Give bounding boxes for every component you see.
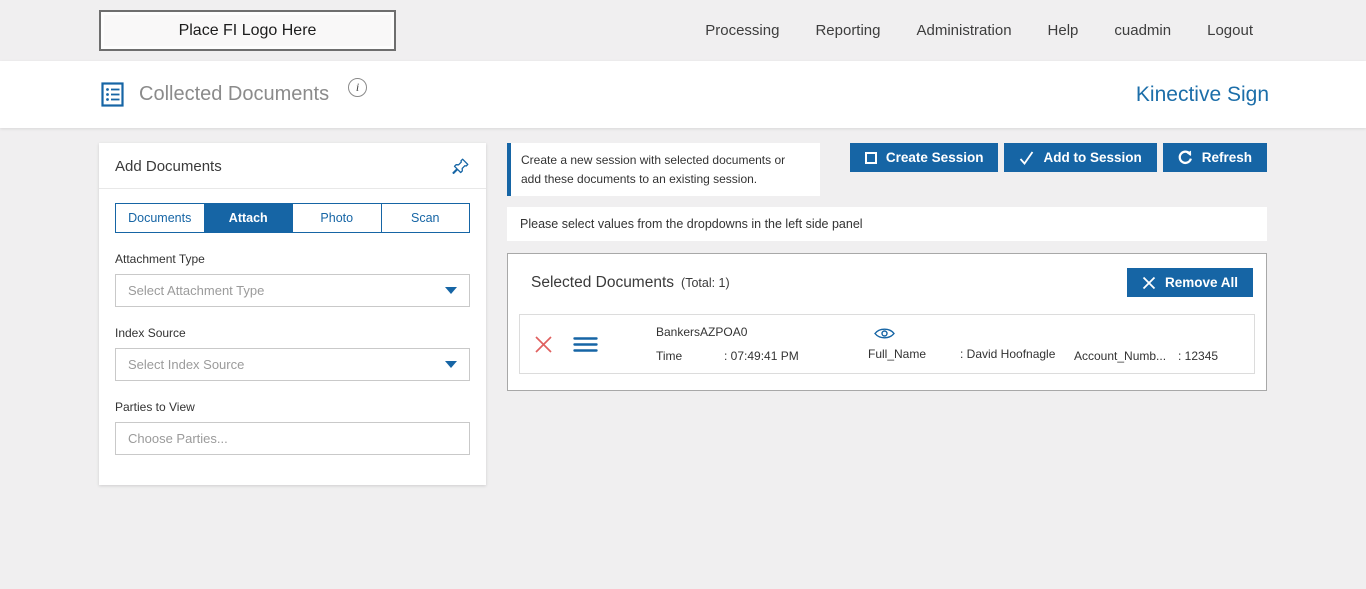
tab-photo[interactable]: Photo bbox=[293, 204, 382, 232]
refresh-label: Refresh bbox=[1202, 150, 1252, 165]
pin-icon[interactable] bbox=[451, 157, 470, 176]
time-value: : 07:49:41 PM bbox=[724, 349, 799, 363]
tab-documents[interactable]: Documents bbox=[116, 204, 205, 232]
account-label: Account_Numb... bbox=[1074, 349, 1178, 363]
nav-item-user-cuadmin[interactable]: cuadmin bbox=[1114, 22, 1171, 39]
index-source-placeholder: Select Index Source bbox=[128, 357, 244, 372]
selected-documents-header: Selected Documents (Total: 1) Remove All bbox=[519, 264, 1255, 301]
time-label: Time bbox=[656, 349, 724, 363]
document-name: BankersAZPOA0 bbox=[656, 325, 868, 339]
document-secondary-info: Full_Name : David Hoofnagle bbox=[868, 327, 1074, 361]
attachment-type-label: Attachment Type bbox=[115, 252, 470, 266]
document-fullname-field: Full_Name : David Hoofnagle bbox=[868, 347, 1074, 361]
add-to-session-button[interactable]: Add to Session bbox=[1004, 143, 1156, 172]
fi-logo-text: Place FI Logo Here bbox=[179, 22, 317, 40]
tab-scan[interactable]: Scan bbox=[382, 204, 470, 232]
collected-documents-icon bbox=[99, 81, 126, 108]
remove-all-label: Remove All bbox=[1165, 275, 1238, 290]
page-title: Collected Documents bbox=[139, 83, 329, 106]
main-content: Add Documents Documents Attach Photo Sca… bbox=[0, 128, 1366, 485]
square-icon bbox=[865, 152, 877, 164]
index-source-label: Index Source bbox=[115, 326, 470, 340]
close-icon bbox=[1142, 276, 1156, 290]
selected-documents-total: (Total: 1) bbox=[681, 276, 730, 290]
session-column: Create a new session with selected docum… bbox=[507, 143, 1267, 391]
notice-text: Please select values from the dropdowns … bbox=[520, 217, 863, 231]
tab-attach[interactable]: Attach bbox=[205, 204, 294, 232]
session-info-box: Create a new session with selected docum… bbox=[507, 143, 820, 196]
drag-handle-icon[interactable] bbox=[573, 336, 598, 353]
nav-item-logout[interactable]: Logout bbox=[1207, 22, 1253, 39]
selected-documents-title: Selected Documents bbox=[531, 274, 674, 292]
refresh-icon bbox=[1178, 150, 1193, 165]
check-icon bbox=[1019, 151, 1034, 165]
session-actions-row: Create a new session with selected docum… bbox=[507, 143, 1267, 196]
chevron-down-icon bbox=[445, 361, 457, 368]
chevron-down-icon bbox=[445, 287, 457, 294]
create-session-button[interactable]: Create Session bbox=[850, 143, 999, 172]
session-buttons: Create Session Add to Session R bbox=[850, 143, 1267, 172]
document-time-field: Time : 07:49:41 PM bbox=[656, 349, 868, 363]
add-to-session-label: Add to Session bbox=[1043, 150, 1141, 165]
document-main-info: BankersAZPOA0 Time : 07:49:41 PM bbox=[656, 325, 868, 363]
add-documents-title: Add Documents bbox=[115, 158, 222, 175]
attachment-type-placeholder: Select Attachment Type bbox=[128, 283, 264, 298]
parties-to-view-label: Parties to View bbox=[115, 400, 470, 414]
session-info-text: Create a new session with selected docum… bbox=[521, 153, 785, 186]
title-group: Collected Documents i bbox=[99, 81, 367, 108]
selected-documents-panel: Selected Documents (Total: 1) Remove All bbox=[507, 253, 1267, 391]
nav-item-reporting[interactable]: Reporting bbox=[815, 22, 880, 39]
parties-input[interactable] bbox=[115, 422, 470, 455]
attachment-type-select[interactable]: Select Attachment Type bbox=[115, 274, 470, 307]
fullname-value: : David Hoofnagle bbox=[960, 347, 1055, 361]
create-session-label: Create Session bbox=[886, 150, 984, 165]
remove-all-button[interactable]: Remove All bbox=[1127, 268, 1253, 297]
document-row: BankersAZPOA0 Time : 07:49:41 PM F bbox=[519, 314, 1255, 374]
brand-kinective-sign: Kinective Sign bbox=[1136, 83, 1269, 107]
top-navigation: Processing Reporting Administration Help… bbox=[705, 22, 1253, 39]
nav-item-processing[interactable]: Processing bbox=[705, 22, 779, 39]
fullname-label: Full_Name bbox=[868, 347, 960, 361]
document-account-info: Account_Numb... : 12345 bbox=[1074, 349, 1218, 363]
nav-item-help[interactable]: Help bbox=[1048, 22, 1079, 39]
fi-logo-placeholder: Place FI Logo Here bbox=[99, 10, 396, 51]
remove-document-icon[interactable] bbox=[534, 335, 553, 354]
add-documents-header: Add Documents bbox=[115, 157, 470, 176]
card-divider bbox=[99, 188, 486, 189]
title-bar: Collected Documents i Kinective Sign bbox=[0, 61, 1366, 128]
account-value: : 12345 bbox=[1178, 349, 1218, 363]
refresh-button[interactable]: Refresh bbox=[1163, 143, 1267, 172]
preview-eye-icon[interactable] bbox=[874, 327, 1074, 340]
add-documents-panel: Add Documents Documents Attach Photo Sca… bbox=[99, 143, 486, 485]
notice-bar: Please select values from the dropdowns … bbox=[507, 207, 1267, 241]
info-icon[interactable]: i bbox=[348, 78, 367, 97]
index-source-select[interactable]: Select Index Source bbox=[115, 348, 470, 381]
top-bar: Place FI Logo Here Processing Reporting … bbox=[0, 0, 1366, 61]
document-account-field: Account_Numb... : 12345 bbox=[1074, 349, 1218, 363]
nav-item-administration[interactable]: Administration bbox=[917, 22, 1012, 39]
add-documents-tabs: Documents Attach Photo Scan bbox=[115, 203, 470, 233]
